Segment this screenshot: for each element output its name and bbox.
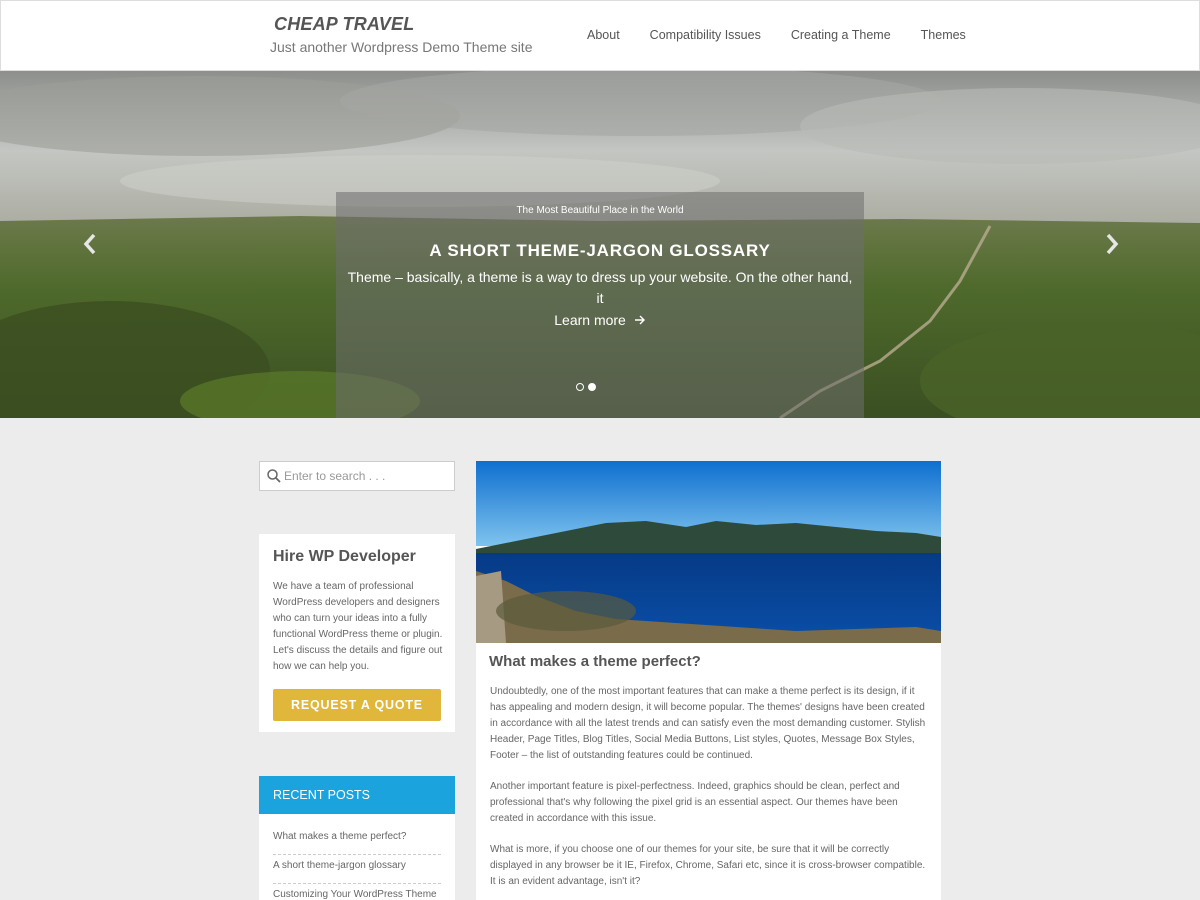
post-featured-image[interactable] — [476, 461, 941, 643]
search-box — [259, 461, 455, 491]
chevron-left-icon — [83, 233, 96, 255]
post-paragraph: Undoubtedly, one of the most important f… — [490, 686, 926, 761]
learn-more-link[interactable]: Learn more — [336, 312, 864, 328]
chevron-right-icon — [1106, 233, 1119, 255]
search-icon — [267, 469, 281, 483]
request-quote-button[interactable]: REQUEST A QUOTE — [273, 689, 441, 721]
recent-post-link[interactable]: Customizing Your WordPress Theme — [273, 884, 441, 900]
hire-widget-text: We have a team of professional WordPress… — [273, 581, 443, 672]
arrow-right-icon — [634, 315, 645, 325]
nav-item-creating-a-theme[interactable]: Creating a Theme — [791, 28, 891, 42]
hero-kicker: The Most Beautiful Place in the World — [516, 205, 684, 216]
main-nav: About Compatibility Issues Creating a Th… — [587, 28, 996, 42]
nav-item-compatibility-issues[interactable]: Compatibility Issues — [650, 28, 761, 42]
hire-developer-widget: Hire WP Developer We have a team of prof… — [259, 534, 455, 732]
hero-title[interactable]: A SHORT THEME-JARGON GLOSSARY — [336, 241, 864, 261]
search-input[interactable] — [284, 465, 449, 487]
slider-pagination — [576, 383, 596, 391]
post-article: What makes a theme perfect? Undoubtedly,… — [476, 461, 941, 900]
recent-post-link[interactable]: What makes a theme perfect? — [273, 826, 441, 855]
recent-posts-heading: RECENT POSTS — [259, 776, 455, 814]
hero-excerpt: Theme – basically, a theme is a way to d… — [347, 269, 853, 306]
site-title[interactable]: CHEAP TRAVEL — [274, 14, 414, 35]
slider-dot-2[interactable] — [588, 383, 596, 391]
post-paragraph: Another important feature is pixel-perfe… — [490, 781, 900, 824]
nav-item-themes[interactable]: Themes — [921, 28, 966, 42]
hero-slider: The Most Beautiful Place in the World A … — [0, 71, 1200, 418]
hire-widget-title: Hire WP Developer — [273, 548, 416, 565]
recent-posts-widget: RECENT POSTS What makes a theme perfect?… — [259, 776, 455, 900]
learn-more-label: Learn more — [554, 312, 626, 328]
site-header: CHEAP TRAVEL Just another Wordpress Demo… — [0, 0, 1200, 71]
nav-item-about[interactable]: About — [587, 28, 620, 42]
site-tagline: Just another Wordpress Demo Theme site — [270, 39, 533, 55]
slider-next-button[interactable] — [1102, 231, 1122, 257]
slider-dot-1[interactable] — [576, 383, 584, 391]
recent-post-link[interactable]: A short theme-jargon glossary — [273, 855, 441, 884]
recent-posts-list: What makes a theme perfect? A short them… — [273, 826, 441, 900]
slider-prev-button[interactable] — [80, 231, 100, 257]
post-content: Undoubtedly, one of the most important f… — [490, 684, 928, 900]
post-paragraph: What is more, if you choose one of our t… — [490, 844, 926, 887]
post-title[interactable]: What makes a theme perfect? — [489, 653, 701, 670]
